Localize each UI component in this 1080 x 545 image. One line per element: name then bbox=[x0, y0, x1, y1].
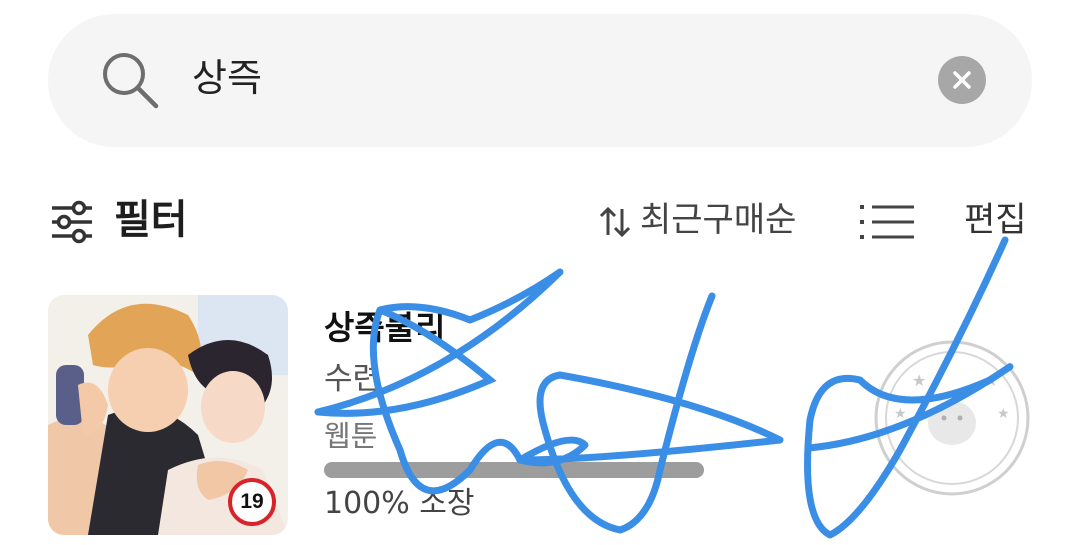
list-view-icon[interactable] bbox=[858, 202, 916, 242]
sort-icon[interactable] bbox=[598, 205, 632, 239]
edit-button[interactable]: 편집 bbox=[964, 196, 1027, 244]
watermark-stamp: ★ ★ ★ ★ bbox=[874, 340, 1030, 496]
search-icon bbox=[103, 53, 159, 109]
ownership-status: 100% 소장 bbox=[324, 486, 475, 521]
search-input[interactable]: 상즉 bbox=[192, 52, 262, 104]
book-category: 웹툰 bbox=[324, 419, 378, 453]
svg-text:★: ★ bbox=[984, 371, 998, 390]
filter-icon[interactable] bbox=[50, 200, 94, 244]
progress-fill bbox=[324, 462, 704, 478]
book-author: 수련 bbox=[324, 361, 382, 397]
svg-text:★: ★ bbox=[912, 371, 926, 390]
sort-button[interactable]: 최근구매순 bbox=[640, 196, 796, 244]
svg-text:★: ★ bbox=[894, 406, 907, 422]
svg-text:★: ★ bbox=[997, 406, 1010, 422]
book-title[interactable]: 상즉불리 bbox=[324, 306, 445, 350]
close-icon bbox=[953, 71, 971, 89]
ownership-progress-bar bbox=[324, 462, 704, 478]
age-rating-badge: 19 bbox=[228, 478, 276, 526]
clear-search-button[interactable] bbox=[938, 56, 986, 104]
filter-button[interactable]: 필터 bbox=[114, 192, 188, 248]
